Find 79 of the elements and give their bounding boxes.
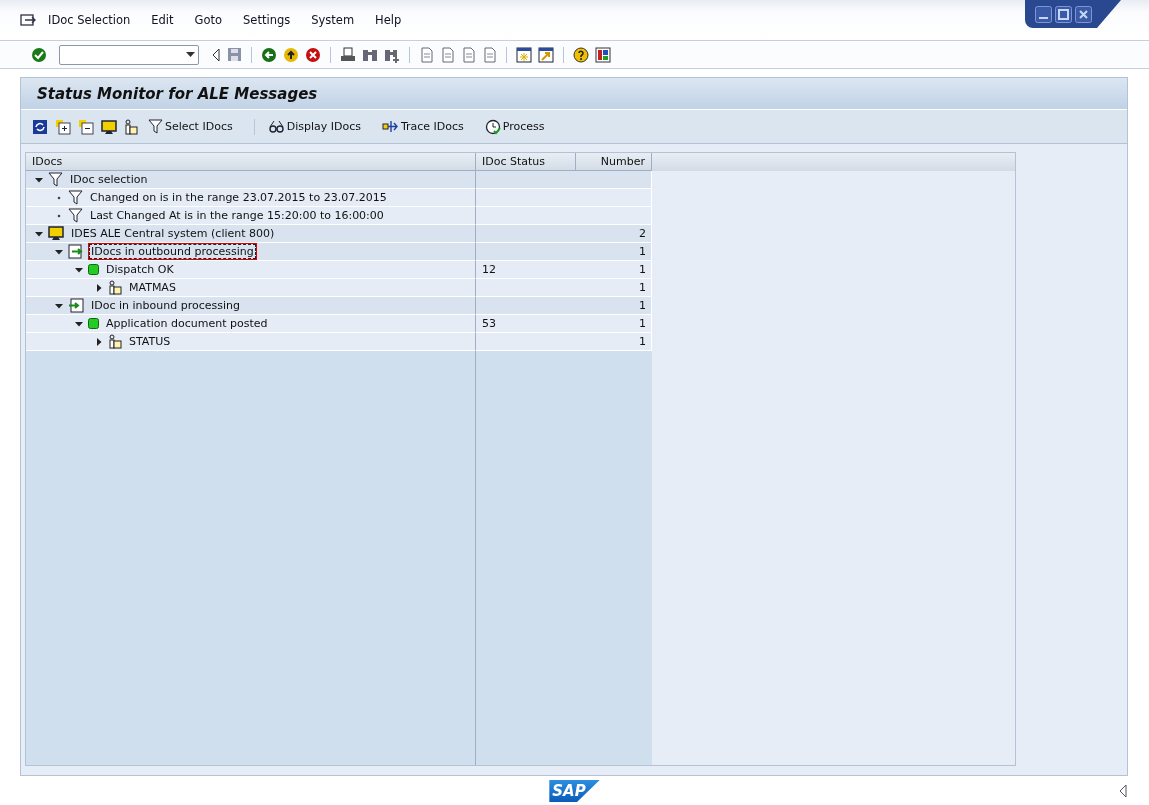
object-icon[interactable]	[124, 118, 138, 135]
status-cell: 12	[482, 263, 496, 276]
expander-icon[interactable]	[94, 336, 104, 347]
tree-node-label[interactable]: IDoc in inbound processing	[89, 298, 242, 313]
glasses-icon	[267, 119, 285, 134]
tree-row[interactable]: Dispatch OK 12 1	[26, 261, 652, 279]
number-cell: 1	[639, 281, 646, 294]
refresh-icon[interactable]	[32, 118, 48, 135]
page-icon[interactable]	[440, 46, 455, 63]
command-field[interactable]	[59, 44, 199, 65]
shortcut-icon[interactable]	[538, 46, 554, 63]
tree-row[interactable]: Last Changed At is in the range 15:20:00 to 16:00:00	[26, 207, 652, 225]
collapse-all-icon[interactable]	[78, 118, 94, 135]
screen-title: Status Monitor for ALE Messages	[37, 84, 318, 103]
tree-node-label[interactable]: Application document posted	[104, 316, 270, 331]
object-icon	[108, 280, 122, 295]
tree-row[interactable]: Application document posted 53 1	[26, 315, 652, 333]
menu-item[interactable]: Settings	[243, 13, 291, 27]
exit-icon[interactable]	[283, 46, 299, 63]
toolbar-button[interactable]: Select IDocs	[145, 118, 236, 135]
toolbar-button[interactable]: Process	[481, 117, 548, 136]
page-icon[interactable]	[419, 46, 434, 63]
status-icon	[88, 318, 99, 329]
page-icon[interactable]	[461, 46, 476, 63]
minimize-button[interactable]	[1035, 5, 1052, 23]
expand-icon[interactable]	[1118, 784, 1128, 798]
save-icon[interactable]	[227, 47, 242, 62]
layout-icon[interactable]	[595, 46, 611, 63]
print-icon[interactable]	[340, 46, 356, 63]
menu-item[interactable]: Goto	[194, 13, 223, 27]
clock-icon	[484, 118, 501, 135]
menu-item[interactable]: System	[311, 13, 355, 27]
tree-node-label[interactable]: Last Changed At is in the range 15:20:00 to 16:00:00	[88, 208, 386, 223]
monitor-icon[interactable]	[101, 118, 117, 135]
number-cell: 1	[639, 245, 646, 258]
tree-row[interactable]: MATMAS 1	[26, 279, 652, 297]
number-cell: 1	[639, 335, 646, 348]
new-window-icon[interactable]	[516, 46, 532, 63]
tree-node-label[interactable]: IDES ALE Central system (client 800)	[69, 226, 277, 241]
number-cell: 2	[639, 227, 646, 240]
filter-icon	[148, 119, 163, 134]
help-icon[interactable]	[573, 46, 589, 63]
arrow-icon	[381, 119, 399, 134]
monitor-icon	[48, 226, 64, 241]
expander-icon[interactable]	[94, 282, 104, 293]
back-icon[interactable]	[261, 46, 277, 63]
tree-node-label[interactable]: Changed on is in the range 23.07.2015 to 23.07.2015	[88, 190, 389, 205]
menu-icon[interactable]	[20, 13, 36, 27]
number-cell: 1	[639, 299, 646, 312]
toolbar-button[interactable]: Display IDocs	[264, 118, 364, 135]
expand-all-icon[interactable]	[55, 118, 71, 135]
tree-node-label[interactable]: STATUS	[127, 334, 173, 349]
enter-icon[interactable]	[31, 46, 47, 63]
collapse-icon[interactable]	[211, 47, 221, 62]
tree-row[interactable]: IDoc selection	[26, 171, 652, 189]
tree-row[interactable]: IDES ALE Central system (client 800) 2	[26, 225, 652, 243]
tree-row[interactable]: STATUS 1	[26, 333, 652, 351]
cancel-icon[interactable]	[305, 46, 321, 63]
tree-node-label[interactable]: MATMAS	[127, 280, 178, 295]
caret-icon[interactable]	[186, 52, 195, 57]
maximize-button[interactable]	[1055, 5, 1072, 23]
object-icon	[108, 334, 122, 349]
status-icon	[88, 264, 99, 275]
tree-node-label[interactable]: IDocs in outbound processing	[89, 244, 256, 259]
number-cell: 1	[639, 317, 646, 330]
tree-node-label[interactable]: IDoc selection	[68, 172, 150, 187]
menu-item[interactable]: Edit	[151, 13, 174, 27]
status-cell: 53	[482, 317, 496, 330]
close-button[interactable]	[1075, 5, 1092, 23]
toolbar-button[interactable]: Trace IDocs	[378, 118, 467, 135]
page-icon[interactable]	[482, 46, 497, 63]
tree-row[interactable]: Changed on is in the range 23.07.2015 to 23.07.2015	[26, 189, 652, 207]
tree-row[interactable]: IDocs in outbound processing 1	[26, 243, 652, 261]
number-cell: 1	[639, 263, 646, 276]
tree-node-label[interactable]: Dispatch OK	[104, 262, 176, 277]
menu-item[interactable]: Help	[375, 13, 402, 27]
menu-item[interactable]: IDoc Selection	[48, 13, 131, 27]
logo: SAP	[549, 780, 600, 802]
tree-row[interactable]: IDoc in inbound processing 1	[26, 297, 652, 315]
